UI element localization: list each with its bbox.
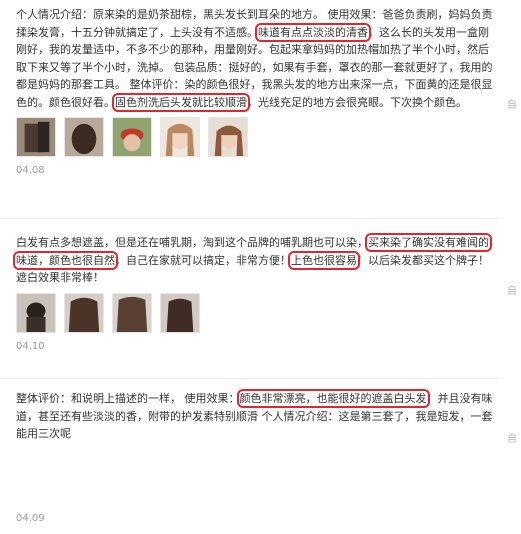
- highlighted-phrase: 上色也很容易: [288, 250, 360, 270]
- review-photo[interactable]: [208, 117, 248, 157]
- review-text: 个人情况介绍：原来染的是奶茶甜棕，黑头发长到耳朵的地方。 使用效果：爸爸负责刷，…: [16, 6, 496, 112]
- review-text-segment: 白发有点多想遮盖，但是还在哺乳期，淘到这个品牌的哺乳期也可以染，: [16, 236, 368, 249]
- photo-strip: [16, 292, 496, 333]
- review-photo[interactable]: [112, 117, 152, 157]
- review-3: 整体评价：和说明上描述的一样， 使用效果：颜色非常漂亮，也能很好的遮盖白头发，并…: [16, 389, 496, 443]
- review-date: 04.08: [16, 165, 45, 176]
- review-text-segment: 整体评价：和说明上描述的一样， 使用效果：: [16, 392, 240, 405]
- review-photo[interactable]: [160, 292, 200, 333]
- review-2: 白发有点多想遮盖，但是还在哺乳期，淘到这个品牌的哺乳期也可以染，买来染了确实没有…: [13, 233, 496, 352]
- review-text-segment: ，自己在家就可以搞定，非常方便！: [115, 253, 291, 267]
- review-text: 整体评价：和说明上描述的一样， 使用效果：颜色非常漂亮，也能很好的遮盖白头发，并…: [16, 389, 496, 443]
- photo-strip: [16, 117, 496, 157]
- review-photo[interactable]: [16, 292, 56, 333]
- review-photo[interactable]: [160, 117, 200, 157]
- highlighted-phrase: 固色剂洗后头发就比较顺滑: [112, 92, 250, 112]
- edge-mark: 自: [507, 286, 517, 297]
- review-date: 04.10: [16, 340, 45, 352]
- review-date: 04.09: [16, 513, 45, 524]
- divider: [0, 218, 499, 219]
- review-photo[interactable]: [16, 117, 56, 157]
- divider: [0, 378, 499, 379]
- review-text: 白发有点多想遮盖，但是还在哺乳期，淘到这个品牌的哺乳期也可以染，买来染了确实没有…: [13, 233, 496, 287]
- review-photo[interactable]: [112, 292, 152, 333]
- highlighted-phrase: 味道有点点淡淡的清香: [255, 22, 371, 42]
- edge-mark: 自: [507, 434, 517, 445]
- review-photo[interactable]: [64, 117, 104, 157]
- review-text-segment: ，光线充足的地方会很亮眼。下次换个颜色。: [247, 95, 467, 109]
- highlighted-phrase: 颜色非常漂亮，也能很好的遮盖白头发: [236, 389, 430, 408]
- review-1: 个人情况介绍：原来染的是奶茶甜棕，黑头发长到耳朵的地方。 使用效果：爸爸负责刷，…: [16, 6, 496, 176]
- edge-mark: 自: [507, 100, 517, 111]
- review-photo[interactable]: [64, 292, 104, 333]
